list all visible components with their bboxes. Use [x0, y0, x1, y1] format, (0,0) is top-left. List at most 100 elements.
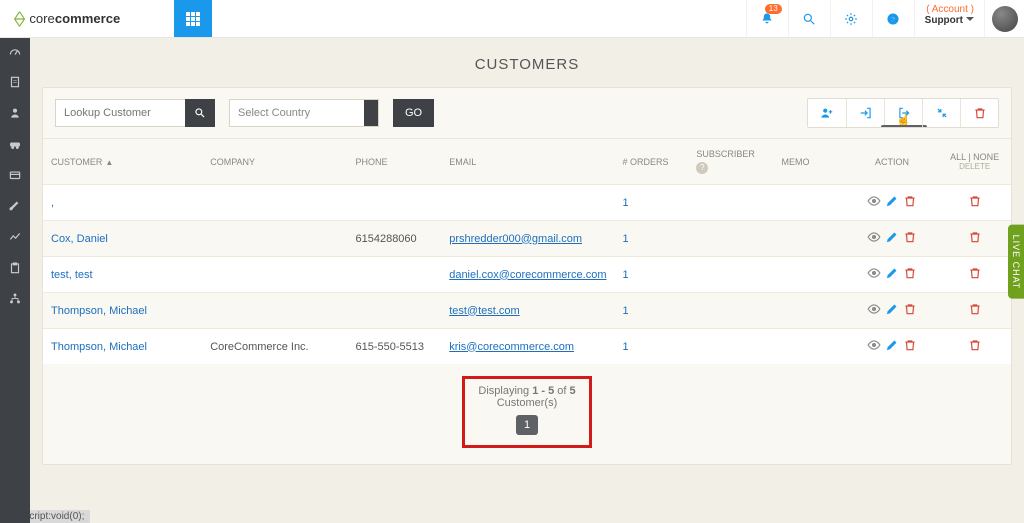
sidebar-design[interactable] [0, 199, 30, 216]
help-button[interactable]: ? [872, 0, 914, 37]
cell-orders: 1 [614, 293, 688, 329]
row-delete-button[interactable] [901, 194, 919, 211]
cell-email [441, 185, 614, 221]
email-link[interactable]: daniel.cox@corecommerce.com [449, 269, 606, 281]
orders-link[interactable]: 1 [622, 305, 628, 317]
pagination: Displaying 1 - 5 of 5 Customer(s) 1 [462, 376, 592, 448]
view-button[interactable] [865, 338, 883, 355]
row-delete-button[interactable] [901, 266, 919, 283]
lookup-input[interactable] [55, 99, 185, 127]
orders-link[interactable]: 1 [622, 269, 628, 281]
customer-link[interactable]: Thompson, Michael [51, 341, 147, 353]
cell-customer: Cox, Daniel [43, 221, 202, 257]
settings-button[interactable] [830, 0, 872, 37]
cell-email: test@test.com [441, 293, 614, 329]
delete-checkbox[interactable] [968, 307, 982, 319]
col-customer[interactable]: CUSTOMER▲ [43, 139, 202, 185]
chevron-down-icon [966, 17, 974, 25]
pencil-icon [885, 338, 899, 352]
view-button[interactable] [865, 302, 883, 319]
trash-icon [973, 106, 987, 120]
delete-checkbox[interactable] [968, 271, 982, 283]
person-icon [8, 106, 22, 120]
row-delete-button[interactable] [901, 230, 919, 247]
customers-panel: Select Country GO ☝ Export [42, 87, 1012, 465]
page-1-button[interactable]: 1 [516, 415, 538, 435]
sidebar-dashboard[interactable] [0, 44, 30, 61]
go-button[interactable]: GO [393, 99, 434, 127]
trash-icon [903, 338, 917, 352]
apps-button[interactable] [174, 0, 212, 37]
add-customer-button[interactable] [808, 99, 846, 127]
sidebar [0, 38, 30, 523]
grid-icon [186, 12, 200, 26]
view-button[interactable] [865, 266, 883, 283]
chevron-down-icon [364, 100, 378, 126]
customer-link[interactable]: Cox, Daniel [51, 233, 108, 245]
delete-checkbox[interactable] [968, 199, 982, 211]
import-button[interactable] [846, 99, 884, 127]
edit-button[interactable] [883, 194, 901, 211]
compress-icon [935, 106, 949, 120]
email-link[interactable]: kris@corecommerce.com [449, 341, 574, 353]
cell-customer: , [43, 185, 202, 221]
orders-link[interactable]: 1 [622, 341, 628, 353]
cell-actions [846, 221, 939, 257]
col-orders[interactable]: # ORDERS [614, 139, 688, 185]
delete-checkbox[interactable] [968, 235, 982, 247]
view-button[interactable] [865, 194, 883, 211]
trash-icon [903, 230, 917, 244]
help-icon[interactable]: ? [696, 162, 708, 174]
table-row: Cox, Daniel6154288060prshredder000@gmail… [43, 221, 1011, 257]
sidebar-network[interactable] [0, 292, 30, 309]
lookup-search-button[interactable] [185, 99, 215, 127]
sidebar-reports[interactable] [0, 230, 30, 247]
col-company[interactable]: COMPANY [202, 139, 347, 185]
sidebar-orders[interactable] [0, 137, 30, 154]
col-phone[interactable]: PHONE [347, 139, 441, 185]
country-select[interactable]: Select Country [229, 99, 379, 127]
trash-icon [968, 194, 982, 208]
sidebar-payments[interactable] [0, 168, 30, 185]
export-button[interactable]: ☝ Export [884, 99, 922, 127]
cell-phone [347, 257, 441, 293]
edit-button[interactable] [883, 338, 901, 355]
edit-button[interactable] [883, 266, 901, 283]
email-link[interactable]: test@test.com [449, 305, 519, 317]
view-button[interactable] [865, 230, 883, 247]
topbar-right: 13 ? ( Account ) Support [746, 0, 1024, 37]
edit-button[interactable] [883, 302, 901, 319]
col-email[interactable]: EMAIL [441, 139, 614, 185]
edit-button[interactable] [883, 230, 901, 247]
orders-link[interactable]: 1 [622, 197, 628, 209]
delete-checkbox[interactable] [968, 343, 982, 355]
page-title: CUSTOMERS [42, 56, 1012, 73]
chart-icon [8, 230, 22, 244]
row-delete-button[interactable] [901, 302, 919, 319]
sidebar-pages[interactable] [0, 75, 30, 92]
sidebar-customers[interactable] [0, 106, 30, 123]
customer-link[interactable]: , [51, 197, 54, 209]
row-delete-button[interactable] [901, 338, 919, 355]
col-memo[interactable]: MEMO [773, 139, 845, 185]
notifications-button[interactable]: 13 [746, 0, 788, 37]
merge-button[interactable] [922, 99, 960, 127]
col-allnone[interactable]: ALL | NONEDELETE [938, 139, 1011, 185]
customer-link[interactable]: Thompson, Michael [51, 305, 147, 317]
cell-memo [773, 293, 845, 329]
customers-table: CUSTOMER▲ COMPANY PHONE EMAIL # ORDERS S… [43, 138, 1011, 364]
customer-link[interactable]: test, test [51, 269, 93, 281]
avatar[interactable] [984, 0, 1024, 37]
orders-link[interactable]: 1 [622, 233, 628, 245]
brand-logo[interactable]: corecommerce [0, 0, 174, 37]
account-menu[interactable]: ( Account ) Support [914, 0, 984, 37]
search-button[interactable] [788, 0, 830, 37]
email-link[interactable]: prshredder000@gmail.com [449, 233, 582, 245]
cell-subscriber [688, 221, 773, 257]
sidebar-inventory[interactable] [0, 261, 30, 278]
live-chat-tab[interactable]: LIVE CHAT [1008, 224, 1024, 299]
cell-memo [773, 257, 845, 293]
col-subscriber[interactable]: SUBSCRIBER? [688, 139, 773, 185]
delete-selected-button[interactable] [960, 99, 998, 127]
cell-company [202, 185, 347, 221]
